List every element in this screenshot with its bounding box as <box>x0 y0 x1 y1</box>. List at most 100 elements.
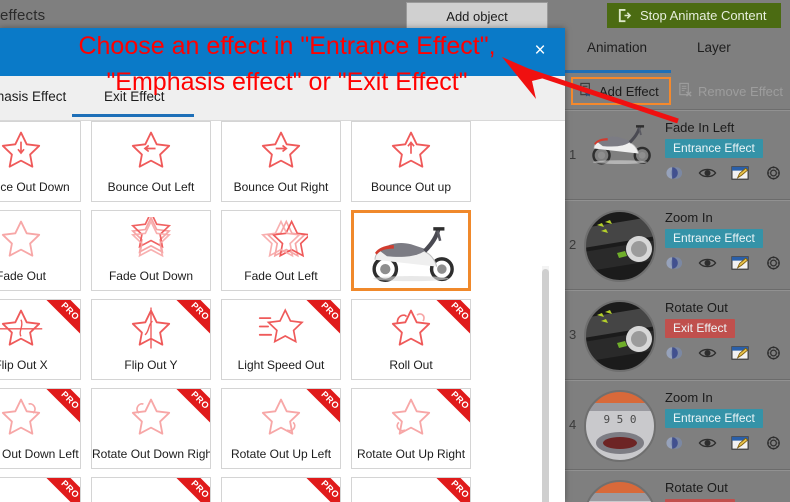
effect-list-item[interactable]: 1 Fade In Left Entrance Effect <box>565 110 790 200</box>
effect-cell[interactable]: Fade Out Down <box>91 210 211 291</box>
effect-grid-row: Rotate Out Down Left PRO Rotate Out Down R… <box>0 388 531 469</box>
pro-badge: PRO <box>40 389 80 429</box>
effect-cell-selected[interactable] <box>351 210 471 291</box>
pro-badge-label: PRO <box>432 389 470 428</box>
effect-item-name: Fade In Left <box>665 120 735 135</box>
close-icon[interactable]: × <box>527 38 553 64</box>
panel-toolbar: Add Effect Remove Effect <box>565 73 790 110</box>
effects-label: effects <box>0 7 46 24</box>
effect-cell[interactable]: Bounce Out Right <box>221 121 341 202</box>
effect-cell[interactable]: PRO <box>221 477 341 502</box>
edit-canvas-icon[interactable] <box>731 435 750 451</box>
pro-badge: PRO <box>430 478 470 502</box>
effect-cell[interactable]: Flip Out X PRO <box>0 299 81 380</box>
pro-badge-label: PRO <box>432 478 470 502</box>
effect-cell[interactable]: Light Speed Out PRO <box>221 299 341 380</box>
effect-cell-label: Bounce Out up <box>370 180 452 194</box>
effect-item-actions <box>665 255 783 271</box>
eye-icon[interactable] <box>698 435 717 451</box>
gear-icon[interactable] <box>764 255 783 271</box>
effect-item-number: 2 <box>569 237 577 252</box>
opacity-icon[interactable] <box>665 435 684 451</box>
effect-grid-row: Bounce Out Down Bounce Out Left Bounce Out… <box>0 121 531 202</box>
stop-animate-label: Stop Animate Content <box>640 8 767 23</box>
remove-effect-label: Remove Effect <box>698 83 784 99</box>
pro-badge: PRO <box>300 300 340 340</box>
effect-item-number: 3 <box>569 327 577 342</box>
add-object-label: Add object <box>446 8 508 24</box>
add-effect-button[interactable]: Add Effect <box>571 77 671 105</box>
pro-badge-label: PRO <box>172 300 210 339</box>
dialog-active-tab-indicator <box>72 114 194 117</box>
effect-cell[interactable]: Fade Out <box>0 210 81 291</box>
svg-text:9 5 0: 9 5 0 <box>603 413 636 426</box>
remove-effect-button[interactable]: Remove Effect <box>678 79 783 103</box>
opacity-icon[interactable] <box>665 345 684 361</box>
add-object-button[interactable]: Add object <box>406 2 548 30</box>
dialog-tabs: Emphasis Effect Exit Effect <box>0 76 565 121</box>
eye-icon[interactable] <box>698 165 717 181</box>
edit-canvas-icon[interactable] <box>731 165 750 181</box>
pro-badge-label: PRO <box>302 389 340 428</box>
opacity-icon[interactable] <box>665 165 684 181</box>
effect-grid-container[interactable]: Bounce Out Down Bounce Out Left Bounce Out… <box>0 121 565 502</box>
effect-cell[interactable]: Fade Out Left <box>221 210 341 291</box>
effect-item-actions <box>665 345 783 361</box>
effect-cell-label: Bounce Out Right <box>233 180 329 194</box>
eye-icon[interactable] <box>698 345 717 361</box>
tab-layer[interactable]: Layer <box>697 40 731 55</box>
tab-exit-effect[interactable]: Exit Effect <box>104 89 165 104</box>
edit-canvas-icon[interactable] <box>731 345 750 361</box>
effect-list-item[interactable]: 2 Zoom In Entrance Effect <box>565 200 790 290</box>
effect-cell[interactable]: Bounce Out Left <box>91 121 211 202</box>
effect-cell-label: Fade Out Left <box>244 269 318 283</box>
pro-badge: PRO <box>40 478 80 502</box>
gear-icon[interactable] <box>764 345 783 361</box>
right-panel: Animation Layer Add Effect Remove Effect… <box>565 30 790 502</box>
effect-cell-label: Rotate Out Down Left <box>0 447 79 461</box>
effect-list-item[interactable]: 3 Rotate Out Exit Effect <box>565 290 790 380</box>
effect-cell[interactable]: Bounce Out up <box>351 121 471 202</box>
pro-badge-label: PRO <box>302 478 340 502</box>
star-faded-icon <box>0 217 80 261</box>
effect-cell[interactable]: Rotate Out Up Right PRO <box>351 388 471 469</box>
effect-cell-label: Rotate Out Up Right <box>356 447 466 461</box>
effect-cell[interactable]: Rotate Out Up Left PRO <box>221 388 341 469</box>
effect-list-item[interactable]: 59 5 0Rotate OutExit Effect <box>565 470 790 502</box>
scrollbar-thumb[interactable] <box>542 269 549 502</box>
pro-badge: PRO <box>430 300 470 340</box>
star-arrow-up-icon <box>352 128 470 172</box>
effect-cell[interactable]: PRO <box>0 477 81 502</box>
effect-grid-row: Fade Out Fade Out Down Fade Out Left <box>0 210 531 291</box>
effect-cell[interactable]: PRO <box>91 477 211 502</box>
effect-item-name: Zoom In <box>665 210 713 225</box>
gear-icon[interactable] <box>764 165 783 181</box>
gear-icon[interactable] <box>764 435 783 451</box>
effect-cell[interactable]: PRO <box>351 477 471 502</box>
pro-badge-label: PRO <box>172 478 210 502</box>
effect-list[interactable]: 1 Fade In Left Entrance Effect 2 Zoom In Entr… <box>565 110 790 502</box>
tab-emphasis-effect[interactable]: Emphasis Effect <box>0 89 66 104</box>
effect-cell[interactable]: Rotate Out Down Right PRO <box>91 388 211 469</box>
app-topbar: effects Add object Stop Animate Content <box>0 0 790 30</box>
stop-animate-content-button[interactable]: Stop Animate Content <box>607 3 781 28</box>
effect-item-badge: Entrance Effect <box>665 229 763 248</box>
effect-cell-label: Bounce Out Left <box>107 180 195 194</box>
effect-cell[interactable]: Roll Out PRO <box>351 299 471 380</box>
effect-list-item[interactable]: 4 9 5 0 Zoom In Entrance Effect <box>565 380 790 470</box>
pro-badge: PRO <box>300 478 340 502</box>
effect-cell[interactable]: Flip Out Y PRO <box>91 299 211 380</box>
pro-badge: PRO <box>170 300 210 340</box>
opacity-icon[interactable] <box>665 255 684 271</box>
edit-canvas-icon[interactable] <box>731 255 750 271</box>
tab-animation[interactable]: Animation <box>587 40 647 55</box>
pro-badge-label: PRO <box>42 478 80 502</box>
effect-cell[interactable]: Bounce Out Down <box>0 121 81 202</box>
effect-cell[interactable]: Rotate Out Down Left PRO <box>0 388 81 469</box>
star-arrow-right-icon <box>222 128 340 172</box>
effect-grid: Bounce Out Down Bounce Out Left Bounce Out… <box>0 121 531 502</box>
effect-cell-label: Rotate Out Up Left <box>230 447 332 461</box>
add-effect-icon <box>579 82 594 100</box>
eye-icon[interactable] <box>698 255 717 271</box>
export-icon <box>617 8 632 23</box>
